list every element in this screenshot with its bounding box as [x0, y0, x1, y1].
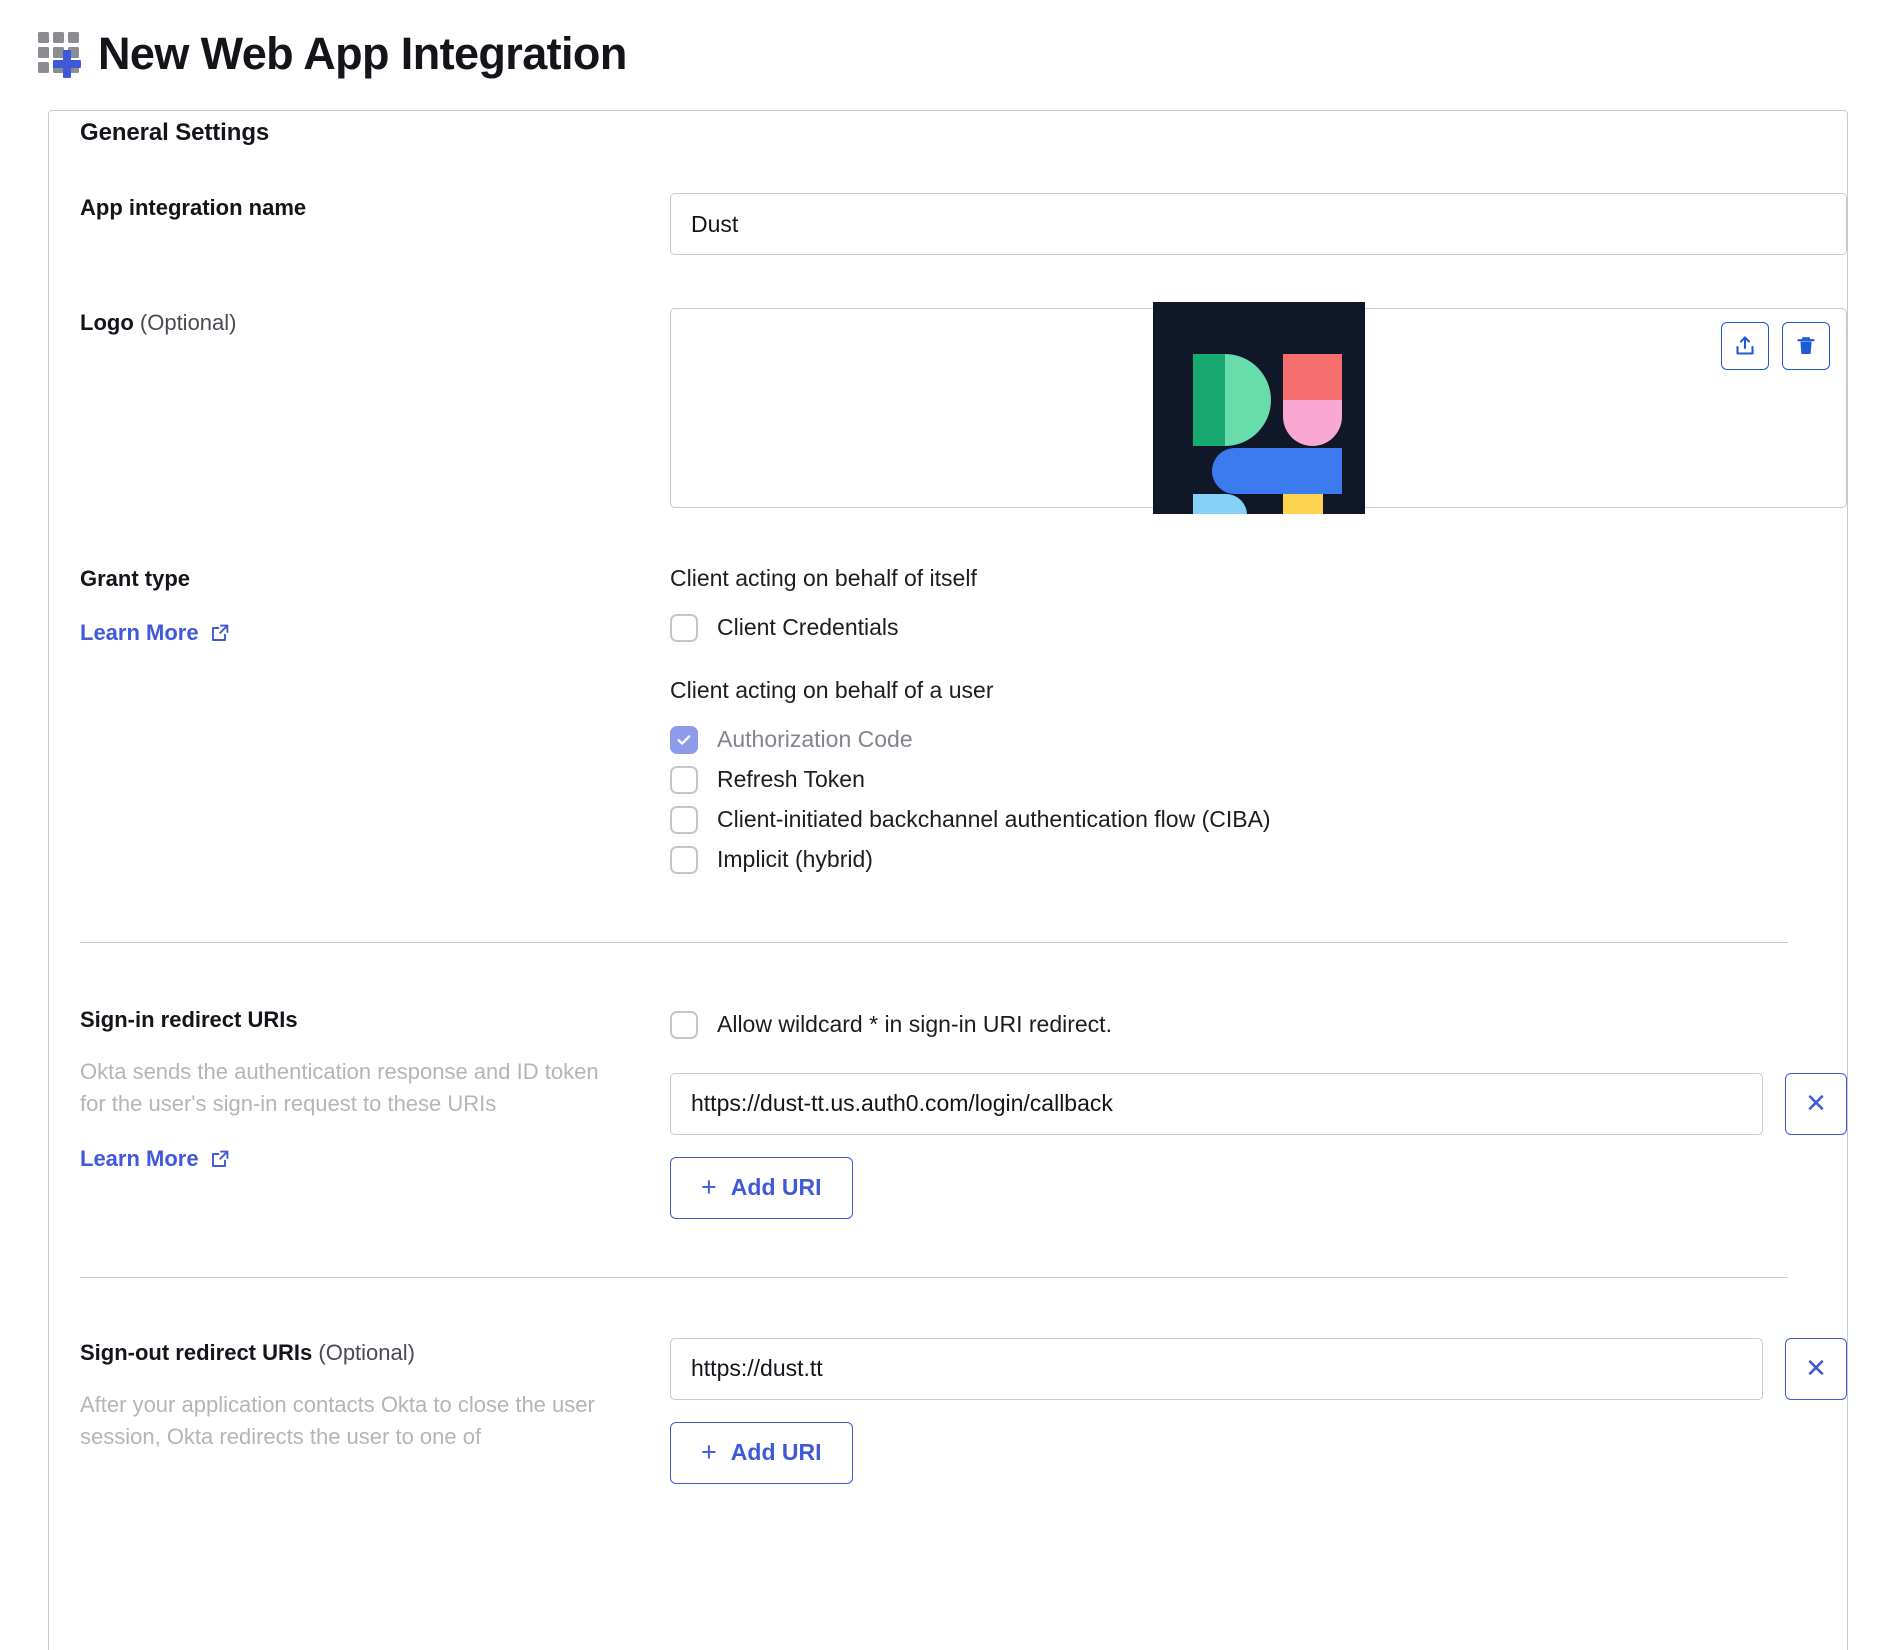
logo-upload-box[interactable] [670, 302, 1847, 514]
field-sign-in-redirect-uris: Allow wildcard * in sign-in URI redirect… [670, 1005, 1847, 1219]
sign-out-redirect-uris-label: Sign-out redirect URIs (Optional) [80, 1338, 640, 1368]
allow-wildcard-checkbox[interactable] [670, 1010, 698, 1039]
checkbox-row-allow-wildcard[interactable]: Allow wildcard * in sign-in URI redirect… [670, 1005, 1847, 1045]
remove-sign-in-uri-button[interactable]: ✕ [1785, 1072, 1847, 1135]
row-sign-in-redirect-uris: Sign-in redirect URIs Okta sends the aut… [49, 1005, 1847, 1219]
page-title: New Web App Integration [98, 27, 627, 79]
uri-row-sign-out: ✕ [670, 1337, 1847, 1400]
add-sign-out-uri-label: Add URI [730, 1439, 822, 1466]
page-header: New Web App Integration [0, 0, 1888, 84]
sign-in-uri-input[interactable] [670, 1072, 1763, 1135]
add-sign-out-uri-button[interactable]: + Add URI [670, 1421, 853, 1484]
logo-shape-d-round [1224, 354, 1271, 446]
logo-label-text: Logo [80, 310, 134, 335]
plus-icon: + [701, 1437, 717, 1468]
row-sign-out-redirect-uris: Sign-out redirect URIs (Optional) After … [49, 1337, 1847, 1484]
ciba-checkbox[interactable] [670, 805, 698, 834]
sign-in-learn-more-link[interactable]: Learn More [80, 1146, 230, 1172]
label-grant-type: Grant type Learn More [80, 564, 670, 880]
implicit-hybrid-checkbox[interactable] [670, 845, 698, 874]
client-credentials-label: Client Credentials [717, 614, 899, 641]
logo-preview-image [1152, 302, 1365, 514]
sign-in-learn-more-text: Learn More [80, 1146, 199, 1172]
authorization-code-checkbox[interactable] [670, 725, 698, 754]
implicit-hybrid-label: Implicit (hybrid) [717, 846, 873, 873]
logo-shape-d-rect [1192, 354, 1225, 446]
logo-action-buttons [1721, 322, 1830, 370]
ciba-label: Client-initiated backchannel authenticat… [717, 806, 1271, 833]
grant-type-group-spacer [670, 648, 1847, 676]
sign-in-uri-input-wrapper [670, 1072, 1763, 1135]
label-app-integration-name: App integration name [80, 193, 670, 255]
app-integration-name-label: App integration name [80, 195, 307, 220]
add-sign-in-uri-label: Add URI [730, 1174, 822, 1201]
checkbox-row-authorization-code[interactable]: Authorization Code [670, 720, 1847, 760]
allow-wildcard-label: Allow wildcard * in sign-in URI redirect… [717, 1011, 1112, 1038]
app-grid-plus-icon [34, 28, 84, 78]
sign-out-redirect-uris-label-text: Sign-out redirect URIs [80, 1339, 313, 1365]
logo-shape-t-rect [1282, 494, 1323, 514]
checkbox-row-implicit-hybrid[interactable]: Implicit (hybrid) [670, 840, 1847, 880]
divider-2 [80, 1276, 1788, 1278]
logo-shape-u-rect [1282, 354, 1342, 400]
divider-1 [80, 941, 1788, 943]
logo-optional-suffix: (Optional) [139, 310, 237, 335]
label-logo: Logo (Optional) [80, 308, 670, 508]
checkmark-icon [677, 735, 691, 745]
checkbox-row-client-credentials[interactable]: Client Credentials [670, 608, 1847, 648]
sign-in-redirect-uris-label: Sign-in redirect URIs [80, 1006, 298, 1032]
authorization-code-label: Authorization Code [717, 726, 913, 753]
logo-shape-s-bar [1211, 448, 1342, 494]
app-integration-name-input[interactable] [670, 193, 1847, 255]
logo-shape-u-round [1282, 400, 1342, 446]
page-root: New Web App Integration General Settings… [0, 0, 1888, 1650]
add-sign-in-uri-button[interactable]: + Add URI [670, 1156, 853, 1219]
trash-icon [1797, 337, 1815, 354]
field-sign-out-redirect-uris: ✕ + Add URI [670, 1337, 1847, 1484]
refresh-token-label: Refresh Token [717, 766, 865, 793]
label-sign-in-redirect-uris: Sign-in redirect URIs Okta sends the aut… [80, 1005, 670, 1219]
checkbox-row-refresh-token[interactable]: Refresh Token [670, 760, 1847, 800]
grant-type-label: Grant type [80, 566, 191, 591]
grant-type-group-caption-itself: Client acting on behalf of itself [670, 565, 977, 591]
sign-out-uri-input-wrapper [670, 1337, 1763, 1400]
grant-type-learn-more-link[interactable]: Learn More [80, 620, 230, 646]
general-settings-card: General Settings App integration name Lo… [48, 110, 1848, 1650]
grant-type-learn-more-text: Learn More [80, 619, 199, 645]
row-logo: Logo (Optional) [49, 302, 1847, 514]
row-grant-type: Grant type Learn More Client acting on b… [49, 564, 1847, 880]
uri-row-sign-in: ✕ [670, 1072, 1847, 1135]
logo-label: Logo (Optional) [80, 308, 640, 338]
section-title-general-settings: General Settings [80, 119, 270, 146]
label-sign-out-redirect-uris: Sign-out redirect URIs (Optional) After … [80, 1338, 670, 1484]
field-grant-type: Client acting on behalf of itself Client… [670, 564, 1847, 880]
sign-out-optional-suffix: (Optional) [318, 1339, 415, 1365]
plus-icon: + [701, 1172, 717, 1203]
sign-out-uri-input[interactable] [670, 1337, 1763, 1400]
sign-out-redirect-uris-help: After your application contacts Okta to … [80, 1392, 595, 1450]
delete-logo-button[interactable] [1782, 322, 1830, 370]
remove-sign-out-uri-button[interactable]: ✕ [1785, 1337, 1847, 1400]
field-app-integration-name [670, 193, 1847, 255]
grant-type-group-caption-user: Client acting on behalf of a user [670, 676, 994, 703]
upload-icon [1736, 336, 1754, 355]
external-link-icon [210, 1149, 230, 1169]
external-link-icon [210, 623, 230, 643]
client-credentials-checkbox[interactable] [670, 613, 698, 642]
checkbox-row-ciba[interactable]: Client-initiated backchannel authenticat… [670, 800, 1847, 840]
logo-shape-t-round [1192, 494, 1247, 514]
sign-in-redirect-uris-help: Okta sends the authentication response a… [80, 1059, 599, 1117]
refresh-token-checkbox[interactable] [670, 765, 698, 794]
row-app-integration-name: App integration name [49, 193, 1847, 255]
upload-logo-button[interactable] [1721, 322, 1769, 370]
field-logo [670, 302, 1847, 514]
